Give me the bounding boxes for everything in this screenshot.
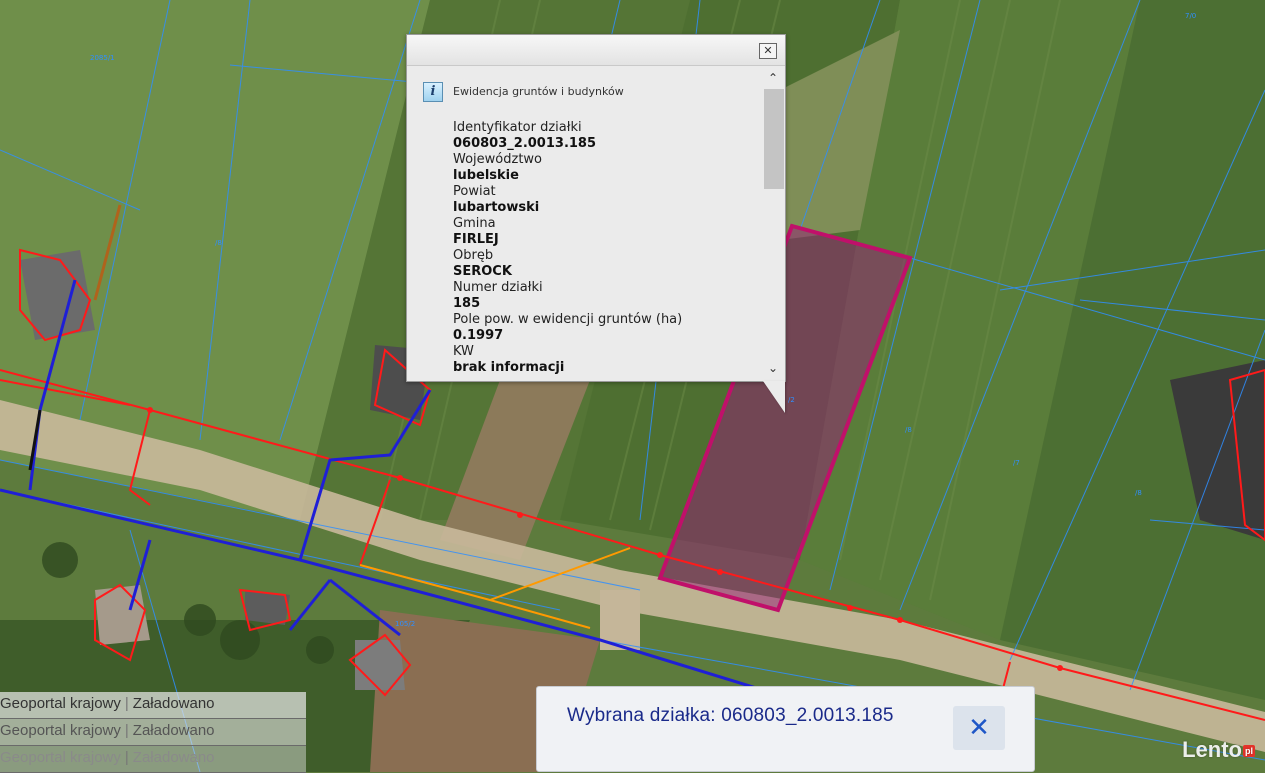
scroll-down-arrow[interactable]: ⌄ bbox=[763, 359, 783, 377]
field-label-gmina: Gmina bbox=[453, 216, 496, 231]
field-value-identyfikator: 060803_2.0013.185 bbox=[453, 136, 597, 151]
field-value-numer-dzialki: 185 bbox=[453, 296, 481, 311]
status-line: Geoportal krajowy | Załadowano bbox=[0, 692, 306, 719]
field-value-gmina: FIRLEJ bbox=[453, 232, 499, 247]
status-value: Załadowano bbox=[132, 722, 215, 739]
status-source: Geoportal krajowy bbox=[0, 722, 121, 739]
svg-text:7/0: 7/0 bbox=[1185, 12, 1196, 20]
field-label-obreb: Obręb bbox=[453, 248, 494, 263]
svg-text:/2: /2 bbox=[788, 396, 795, 404]
field-label-kw: KW bbox=[453, 344, 474, 359]
scroll-up-arrow[interactable]: ⌃ bbox=[763, 69, 783, 87]
field-value-powiat: lubartowski bbox=[453, 200, 540, 215]
status-line: Geoportal krajowy | Załadowano bbox=[0, 746, 306, 773]
status-source: Geoportal krajowy bbox=[0, 695, 121, 712]
lento-watermark: Lento pl bbox=[1182, 737, 1255, 763]
field-value-kw: brak informacji bbox=[453, 360, 565, 375]
svg-text:105/2: 105/2 bbox=[395, 620, 415, 628]
info-icon: i bbox=[423, 82, 443, 102]
field-value-obreb: SEROCK bbox=[453, 264, 512, 279]
status-line: Geoportal krajowy | Załadowano bbox=[0, 719, 306, 746]
svg-text:/7: /7 bbox=[1013, 459, 1020, 467]
status-separator: | bbox=[124, 722, 129, 739]
status-source: Geoportal krajowy bbox=[0, 749, 121, 766]
popup-body: i Ewidencja gruntów i budynków Identyfik… bbox=[407, 66, 761, 381]
clear-selection-button[interactable]: ✕ bbox=[953, 706, 1005, 750]
svg-text:/8: /8 bbox=[1135, 489, 1142, 497]
field-label-identyfikator: Identyfikator działki bbox=[453, 120, 582, 135]
field-label-pole-pow: Pole pow. w ewidencji gruntów (ha) bbox=[453, 312, 683, 327]
svg-text:/8: /8 bbox=[905, 426, 912, 434]
popup-close-button[interactable]: ✕ bbox=[759, 43, 777, 59]
svg-text:/8: /8 bbox=[215, 239, 222, 247]
selected-plot-bar: Wybrana działka: 060803_2.0013.185 ✕ bbox=[536, 686, 1035, 772]
svg-text:2085/1: 2085/1 bbox=[90, 54, 115, 62]
scroll-thumb[interactable] bbox=[764, 89, 784, 189]
layer-status-log: Geoportal krajowy | Załadowano Geoportal k… bbox=[0, 692, 306, 773]
status-separator: | bbox=[124, 695, 129, 712]
field-label-numer-dzialki: Numer działki bbox=[453, 280, 543, 295]
field-label-wojewodztwo: Województwo bbox=[453, 152, 543, 167]
field-label-powiat: Powiat bbox=[453, 184, 496, 199]
selected-plot-text: Wybrana działka: 060803_2.0013.185 bbox=[567, 705, 894, 726]
parcel-fields: Identyfikator działki 060803_2.0013.185 … bbox=[453, 120, 682, 376]
watermark-suffix: pl bbox=[1243, 745, 1255, 757]
popup-section-title: Ewidencja gruntów i budynków bbox=[453, 85, 624, 98]
parcel-info-popup: ✕ i Ewidencja gruntów i budynków Identyf… bbox=[406, 34, 786, 382]
status-value: Załadowano bbox=[132, 695, 215, 712]
field-value-pole-pow: 0.1997 bbox=[453, 328, 504, 343]
watermark-text: Lento bbox=[1182, 737, 1242, 762]
status-separator: | bbox=[124, 749, 129, 766]
popup-scrollbar[interactable]: ⌃ ⌄ bbox=[763, 69, 784, 377]
field-value-wojewodztwo: lubelskie bbox=[453, 168, 519, 183]
popup-pointer bbox=[763, 381, 785, 413]
status-value: Załadowano bbox=[132, 749, 215, 766]
popup-header: ✕ bbox=[407, 35, 785, 66]
